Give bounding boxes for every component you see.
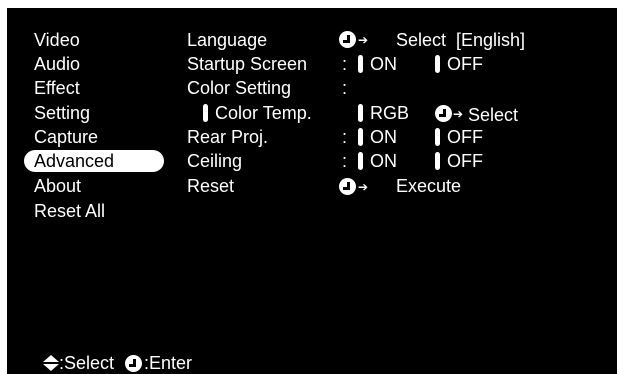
- footer-enter-hint: :Enter: [144, 353, 193, 373]
- ceiling-label: Ceiling: [187, 151, 243, 171]
- language-value: [English]: [456, 30, 526, 50]
- radio-indicator-on: [358, 55, 363, 73]
- color-temp-option[interactable]: Color Temp.: [215, 102, 312, 124]
- language-select-action[interactable]: Select: [396, 29, 446, 51]
- colon-separator: :: [342, 151, 348, 171]
- radio-indicator-rgb: [358, 104, 363, 122]
- colon-separator: :: [342, 54, 348, 74]
- ceiling-on-option[interactable]: ON: [370, 150, 397, 172]
- enter-icon: [339, 178, 356, 195]
- menu-item-setting[interactable]: Setting: [34, 102, 90, 124]
- radio-indicator-on: [358, 152, 363, 170]
- menu-item-reset-all[interactable]: Reset All: [34, 200, 105, 222]
- rear-proj-label: Rear Proj.: [187, 127, 269, 147]
- radio-indicator-off: [435, 55, 440, 73]
- startup-screen-off-option[interactable]: OFF: [447, 53, 483, 75]
- menu-item-about[interactable]: About: [34, 175, 81, 197]
- startup-screen-label: Startup Screen: [187, 54, 308, 74]
- radio-indicator-off: [435, 152, 440, 170]
- enter-icon: [125, 355, 142, 372]
- rear-proj-on-option[interactable]: ON: [370, 126, 397, 148]
- rgb-select-action[interactable]: Select: [468, 104, 518, 126]
- radio-indicator-color-temp: [203, 104, 208, 122]
- arrow-right-icon: ➔: [358, 180, 369, 194]
- reset-execute-action[interactable]: Execute: [396, 175, 461, 197]
- up-down-arrow-icon: [43, 355, 59, 371]
- colon-separator: :: [342, 78, 348, 98]
- reset-label: Reset: [187, 176, 235, 196]
- projector-menu-screen: Video Audio Effect Setting Capture Advan…: [7, 8, 617, 374]
- ceiling-off-option[interactable]: OFF: [447, 150, 483, 172]
- footer-select-hint: :Select: [59, 353, 115, 373]
- colon-separator: :: [342, 127, 348, 147]
- radio-indicator-on: [358, 128, 363, 146]
- color-setting-label: Color Setting: [187, 78, 292, 98]
- enter-icon: [339, 31, 356, 48]
- enter-icon: [435, 105, 452, 122]
- menu-item-audio[interactable]: Audio: [34, 53, 80, 75]
- language-label: Language: [187, 30, 268, 50]
- menu-item-video[interactable]: Video: [34, 29, 80, 51]
- rear-proj-off-option[interactable]: OFF: [447, 126, 483, 148]
- arrow-right-icon: ➔: [453, 107, 464, 121]
- arrow-right-icon: ➔: [358, 33, 369, 47]
- menu-item-effect[interactable]: Effect: [34, 77, 80, 99]
- rgb-option[interactable]: RGB: [370, 102, 409, 124]
- startup-screen-on-option[interactable]: ON: [370, 53, 397, 75]
- radio-indicator-off: [435, 128, 440, 146]
- menu-item-capture[interactable]: Capture: [34, 126, 98, 148]
- menu-item-advanced[interactable]: Advanced: [24, 150, 164, 172]
